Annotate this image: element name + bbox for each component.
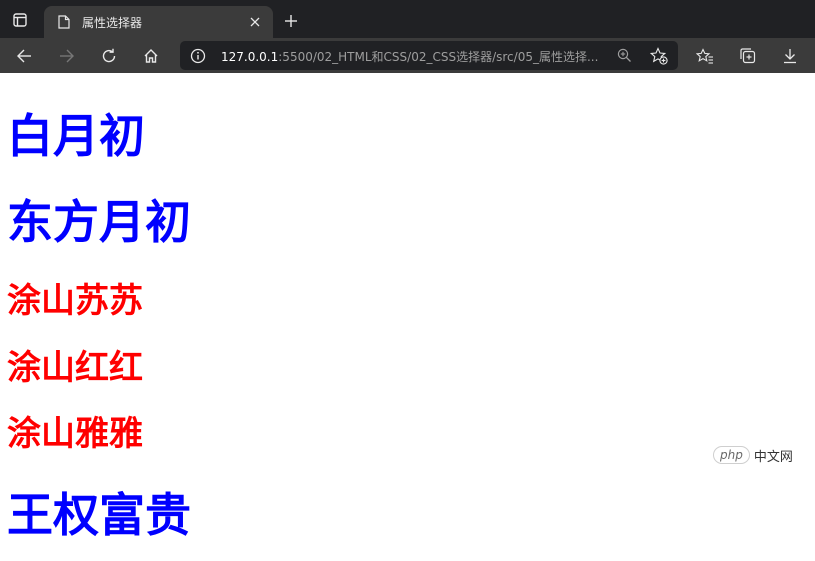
url-host: 127.0.0.1 (221, 50, 279, 64)
site-info-icon[interactable] (189, 47, 206, 64)
favorites-button[interactable] (692, 43, 718, 69)
forward-button[interactable] (54, 43, 80, 69)
downloads-button[interactable] (777, 43, 803, 69)
heading-5: 涂山雅雅 (7, 414, 143, 454)
heading-2: 东方月初 (7, 195, 191, 249)
heading-4: 涂山红红 (7, 348, 143, 388)
url-text[interactable]: 127.0.0.1:5500/02_HTML和CSS/02_CSS选择器/src… (221, 48, 606, 65)
heading-3: 涂山苏苏 (7, 281, 143, 321)
reload-button[interactable] (96, 43, 122, 69)
download-icon (784, 49, 796, 64)
tab-actions-button[interactable] (8, 8, 32, 32)
tab-title: 属性选择器 (82, 15, 143, 30)
active-tab[interactable]: 属性选择器 (44, 6, 273, 38)
forward-arrow-icon (60, 49, 74, 63)
tab-actions-icon (13, 13, 27, 27)
url-path: :5500/02_HTML和CSS/02_CSS选择器/src/05_属性选择.… (278, 50, 599, 64)
close-icon (250, 17, 260, 27)
collections-button[interactable] (735, 43, 761, 69)
close-tab-button[interactable] (245, 12, 265, 32)
back-button[interactable] (11, 43, 37, 69)
heading-1: 白月初 (7, 109, 145, 163)
site-watermark: php 中文网 (713, 444, 793, 466)
zoom-in-icon[interactable] (616, 47, 633, 64)
heading-6: 王权富贵 (7, 488, 191, 542)
watermark-text: 中文网 (753, 449, 793, 465)
watermark-badge: php (713, 446, 750, 464)
page-icon (56, 14, 72, 30)
favorites-list-icon (696, 48, 713, 64)
collections-icon (740, 48, 756, 64)
address-bar[interactable]: 127.0.0.1:5500/02_HTML和CSS/02_CSS选择器/src… (180, 41, 678, 70)
home-icon (144, 49, 158, 63)
plus-icon (285, 15, 297, 27)
page-content: 白月初 东方月初 涂山苏苏 涂山红红 涂山雅雅 王权富贵 php 中文网 (0, 73, 815, 561)
home-button[interactable] (138, 43, 164, 69)
reload-icon (102, 48, 116, 63)
tab-bar: 属性选择器 (0, 0, 815, 38)
add-favorite-icon[interactable] (650, 47, 668, 65)
new-tab-button[interactable] (280, 10, 302, 32)
browser-toolbar: 127.0.0.1:5500/02_HTML和CSS/02_CSS选择器/src… (0, 38, 815, 73)
back-arrow-icon (17, 49, 31, 63)
